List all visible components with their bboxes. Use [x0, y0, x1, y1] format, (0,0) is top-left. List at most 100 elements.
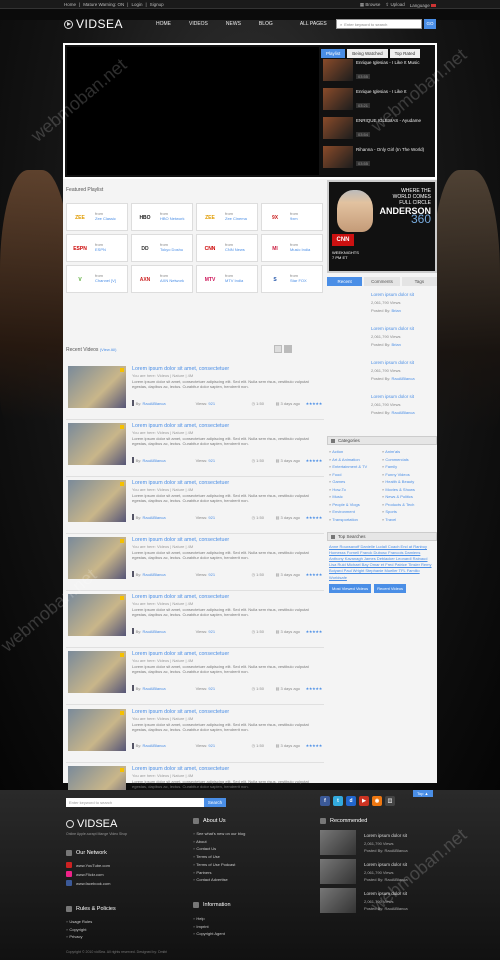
author-link[interactable]: RaoAlBlanca: [391, 376, 414, 381]
rating-stars[interactable]: ★★★★★: [306, 515, 323, 520]
featured-tile[interactable]: AXN from AXN Network: [131, 265, 193, 293]
rating-stars[interactable]: ★★★★★: [306, 686, 323, 691]
featured-tile[interactable]: 9X from 9xm: [261, 203, 323, 231]
info-link[interactable]: Copyright Agent: [193, 930, 224, 938]
about-link[interactable]: Partners: [193, 869, 245, 877]
search-input[interactable]: ⌕ Enter keyword to search: [336, 19, 422, 29]
author-link[interactable]: RaoAlBlanca: [142, 401, 165, 406]
playlist-item[interactable]: Enrique Iglesias - I Like It Music 03:55: [323, 59, 435, 85]
rating-stars[interactable]: ★★★★★: [306, 401, 323, 406]
recent-videos-button[interactable]: Recent Videos: [374, 583, 407, 593]
nav-videos[interactable]: VIDEOS: [180, 20, 217, 29]
footer-search-input[interactable]: Enter keyword to search: [66, 798, 204, 807]
info-link[interactable]: Imprint: [193, 923, 225, 931]
rating-stars[interactable]: ★★★★★: [306, 458, 323, 463]
category-link[interactable]: Sports: [382, 509, 435, 514]
video-thumbnail[interactable]: [68, 651, 126, 694]
category-link[interactable]: Funny Videos: [382, 472, 435, 477]
rating-stars[interactable]: ★★★★★: [306, 572, 323, 577]
about-link[interactable]: Contact Advertise: [193, 876, 245, 884]
category-link[interactable]: Travel: [382, 517, 435, 522]
about-link[interactable]: See what's new on our blog: [193, 830, 245, 838]
rules-link[interactable]: Privacy: [66, 933, 92, 941]
cnn-advertisement[interactable]: WHERE THE WORLD COMES FULL CIRCLE ANDERS…: [327, 180, 437, 273]
about-link[interactable]: About: [193, 838, 245, 846]
tab-comments[interactable]: Comments: [364, 277, 400, 286]
about-link[interactable]: Contact Us: [193, 845, 245, 853]
featured-tile[interactable]: Vfrom Channel [V]: [66, 265, 128, 293]
featured-tile[interactable]: DD from Tokyo Doshu: [131, 234, 193, 262]
author-link[interactable]: RaoAlBlanca: [142, 686, 165, 691]
author-link[interactable]: Brian: [391, 342, 400, 347]
category-link[interactable]: Anim'als: [382, 449, 435, 454]
category-link[interactable]: Movies & Shows: [382, 487, 435, 492]
browse-link[interactable]: ▦ Browse: [360, 2, 381, 8]
most-viewed-button[interactable]: Most Viewed Videos: [329, 583, 372, 593]
video-title[interactable]: Lorem ipsum dolor sit amet, consectetuer: [132, 480, 229, 486]
delicious-icon[interactable]: d: [346, 796, 356, 806]
featured-tile[interactable]: MTV from MTV India: [196, 265, 258, 293]
featured-tile[interactable]: ZEE from Zee Classic: [66, 203, 128, 231]
mature-warning-link[interactable]: Mature Warning: ON: [83, 2, 124, 7]
login-link[interactable]: Login: [131, 2, 142, 7]
video-thumbnail[interactable]: [68, 366, 126, 408]
recommended-item[interactable]: Lorem ipsum dolor sit 2,061,790 Views Post…: [320, 888, 436, 916]
video-player[interactable]: [67, 47, 319, 175]
video-thumbnail[interactable]: [68, 480, 126, 523]
video-title[interactable]: Lorem ipsum dolor sit amet, consectetuer: [132, 766, 229, 772]
tab-recent[interactable]: Recent: [327, 277, 363, 286]
sidebar-video-item[interactable]: Lorem ipsum dolor sit 2,061,790 Views Post…: [327, 392, 437, 422]
category-link[interactable]: Commercials: [382, 457, 435, 462]
category-link[interactable]: Entertainment & TV: [329, 464, 382, 469]
featured-tile[interactable]: CNN from CNN News: [196, 234, 258, 262]
sidebar-video-item[interactable]: Lorem ipsum dolor sit 2,061,790 Views Post…: [327, 290, 437, 320]
category-link[interactable]: Products & Tech: [382, 502, 435, 507]
video-thumbnail[interactable]: [68, 537, 126, 580]
facebook-network-link[interactable]: www.facebook.com: [66, 880, 110, 886]
facebook-icon[interactable]: f: [320, 796, 330, 806]
search-go-button[interactable]: GO: [424, 19, 436, 29]
tab-playlist[interactable]: Playlist: [321, 49, 346, 58]
author-link[interactable]: RaoAlBlanca: [142, 572, 165, 577]
category-link[interactable]: How-To: [329, 487, 382, 492]
author-link[interactable]: RaoAlBlanca: [142, 743, 165, 748]
category-link[interactable]: Environment: [329, 509, 382, 514]
video-thumbnail[interactable]: [68, 423, 126, 466]
youtube-network-link[interactable]: www.YouTube.com: [66, 862, 110, 868]
footer-search-button[interactable]: Search: [204, 798, 226, 807]
about-link[interactable]: Terms of Use: [193, 853, 245, 861]
video-title[interactable]: Lorem ipsum dolor sit amet, consectetuer: [132, 709, 229, 715]
about-link[interactable]: Terms of Use Podcast: [193, 861, 245, 869]
rating-stars[interactable]: ★★★★★: [306, 629, 323, 634]
category-link[interactable]: News & Politics: [382, 494, 435, 499]
author-link[interactable]: Brian: [391, 308, 400, 313]
recommended-item[interactable]: Lorem ipsum dolor sit 2,061,790 Views Post…: [320, 859, 436, 887]
featured-tile[interactable]: Sfrom Star FOX: [261, 265, 323, 293]
category-link[interactable]: Games: [329, 479, 382, 484]
category-link[interactable]: Music: [329, 494, 382, 499]
twitter-icon[interactable]: t: [333, 796, 343, 806]
tab-tags[interactable]: Tags: [401, 277, 437, 286]
category-link[interactable]: Food: [329, 472, 382, 477]
rating-stars[interactable]: ★★★★★: [306, 743, 323, 748]
featured-tile[interactable]: MI from Music India: [261, 234, 323, 262]
back-to-top-link[interactable]: Top ▲: [413, 790, 433, 797]
category-link[interactable]: Action: [329, 449, 382, 454]
video-title[interactable]: Lorem ipsum dolor sit amet, consectetuer: [132, 651, 229, 657]
rules-link[interactable]: Copyright: [66, 926, 92, 934]
video-thumbnail[interactable]: [68, 594, 126, 637]
digg-icon[interactable]: ◫: [385, 796, 395, 806]
grid-view-icon[interactable]: [274, 345, 282, 353]
featured-tile[interactable]: ZEE from Zee Cinema: [196, 203, 258, 231]
language-select[interactable]: Language: [410, 3, 436, 8]
video-title[interactable]: Lorem ipsum dolor sit amet, consectetuer: [132, 366, 229, 372]
nav-news[interactable]: NEWS: [217, 20, 250, 29]
playlist-item[interactable]: Enrique Iglesias - I Like It 03:21: [323, 88, 435, 114]
author-link[interactable]: RaoAlBlanca: [142, 629, 165, 634]
video-title[interactable]: Lorem ipsum dolor sit amet, consectetuer: [132, 537, 229, 543]
sidebar-video-item[interactable]: Lorem ipsum dolor sit 2,061,790 Views Post…: [327, 358, 437, 388]
featured-tile[interactable]: HBO from HBO Network: [131, 203, 193, 231]
playlist-item[interactable]: ENRIQUE IGLESIAS - Ayudame 03:54: [323, 117, 435, 143]
category-link[interactable]: Art & Animation: [329, 457, 382, 462]
author-link[interactable]: RaoAlBlanca: [391, 410, 414, 415]
